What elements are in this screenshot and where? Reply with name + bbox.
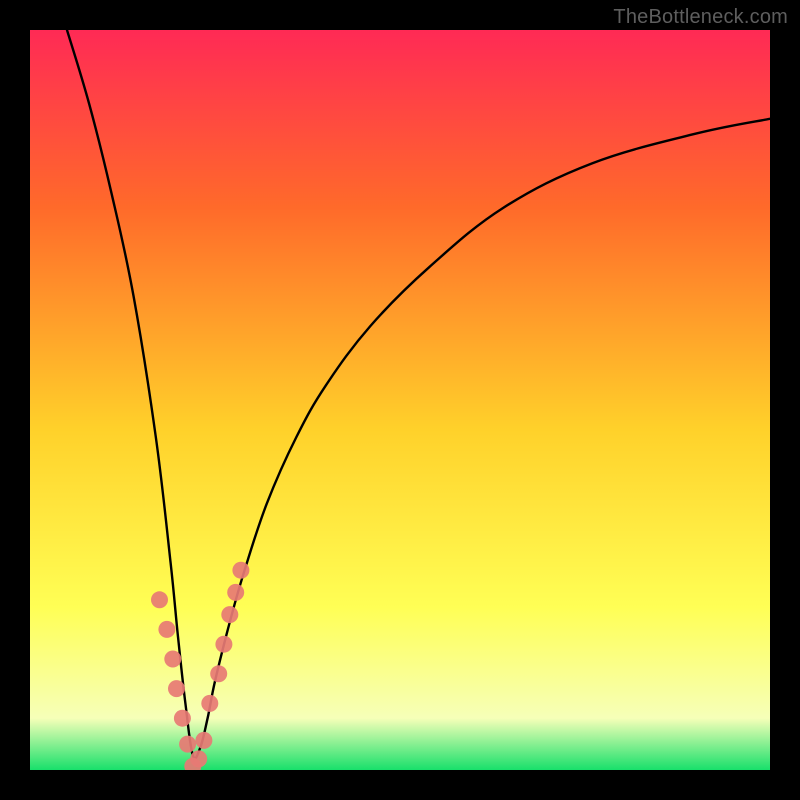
data-point (158, 621, 175, 638)
data-point (215, 636, 232, 653)
data-point (221, 606, 238, 623)
data-point (210, 665, 227, 682)
data-point (151, 591, 168, 608)
data-point (201, 695, 218, 712)
data-point (190, 750, 207, 767)
highlighted-points (30, 30, 770, 770)
watermark-text: TheBottleneck.com (613, 6, 788, 29)
data-point (168, 680, 185, 697)
data-point (195, 732, 212, 749)
chart-frame: TheBottleneck.com (0, 0, 800, 800)
data-point (232, 562, 249, 579)
data-point (174, 710, 191, 727)
data-point (179, 736, 196, 753)
plot-area (30, 30, 770, 770)
data-point (164, 651, 181, 668)
data-point (227, 584, 244, 601)
